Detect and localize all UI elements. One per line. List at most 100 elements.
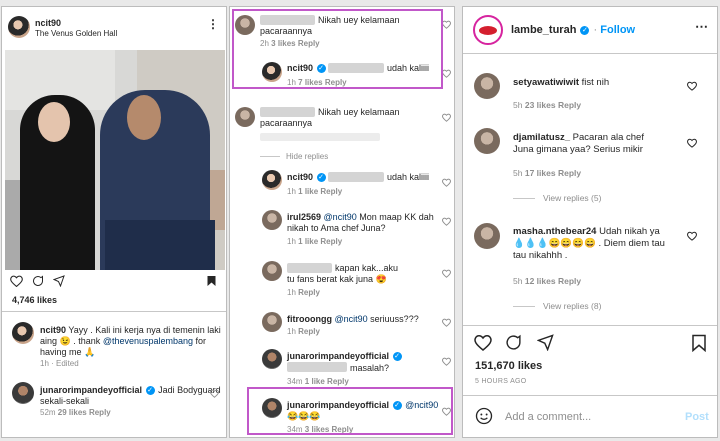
caption-text: having me	[40, 347, 82, 357]
more-options-icon[interactable]: ⋮	[207, 17, 219, 31]
hide-replies-button[interactable]: Hide replies	[286, 152, 328, 161]
reply-username[interactable]: ncit90	[287, 172, 313, 182]
view-replies-button[interactable]: View replies (5)	[543, 193, 601, 203]
reply-likes[interactable]: 1 like	[305, 377, 325, 386]
comment-like-icon[interactable]	[442, 178, 451, 187]
comment-text: fist nih	[581, 77, 610, 88]
verified-icon: ✓	[392, 352, 402, 362]
reply-username[interactable]: junarorimpandeyofficial	[287, 351, 389, 361]
reply-button[interactable]: Reply	[298, 327, 320, 336]
avatar[interactable]	[474, 128, 500, 154]
view-replies-button[interactable]: View replies (8)	[543, 301, 601, 311]
reply-button[interactable]: Reply	[558, 276, 581, 286]
lips-icon	[479, 26, 497, 35]
emoji-icon[interactable]	[475, 407, 493, 425]
post-username[interactable]: lambe_turah	[511, 24, 576, 36]
reply-username[interactable]: irul2569	[287, 212, 321, 222]
reply-button[interactable]: Reply	[558, 168, 581, 178]
like-icon[interactable]	[10, 275, 23, 288]
comment-likes[interactable]: 23 likes	[525, 100, 556, 110]
wink-emoji: 😉	[59, 336, 71, 346]
like-icon[interactable]	[474, 334, 492, 351]
follow-button[interactable]: Follow	[600, 24, 635, 36]
avatar[interactable]	[8, 16, 30, 38]
comment-like-icon[interactable]	[442, 69, 451, 78]
reply-mention[interactable]: @ncit90	[335, 314, 368, 324]
post-comment-button[interactable]: Post	[685, 411, 709, 423]
reply-username[interactable]: fitrooongg	[287, 314, 332, 324]
save-icon[interactable]	[691, 334, 707, 353]
caption-username[interactable]: ncit90	[40, 325, 66, 335]
comment-like-icon[interactable]	[442, 318, 451, 327]
comment-like-icon[interactable]	[442, 269, 451, 278]
reply-likes[interactable]: 1 like	[298, 237, 318, 246]
comment-username[interactable]: setyawatiwiwit	[513, 77, 579, 88]
comment-like-icon[interactable]	[442, 20, 451, 29]
comment-likes[interactable]: 29 likes	[58, 408, 87, 417]
divider	[463, 395, 717, 396]
avatar[interactable]	[12, 322, 34, 344]
reply-button[interactable]: Reply	[320, 237, 342, 246]
caption-mention[interactable]: @thevenuspalembang	[103, 336, 193, 346]
hidden-mention	[287, 362, 347, 372]
avatar[interactable]	[235, 107, 255, 127]
post-time: 5 HOURS AGO	[475, 378, 527, 385]
share-icon[interactable]	[536, 334, 554, 352]
avatar[interactable]	[262, 170, 282, 190]
reply-mention[interactable]: @ncit90	[324, 212, 357, 222]
caption-text: . thank	[73, 336, 101, 346]
avatar[interactable]	[474, 223, 500, 249]
likes-count[interactable]: 151,670 likes	[475, 360, 542, 372]
comment-likes[interactable]: 17 likes	[525, 168, 556, 178]
reply-button[interactable]: Reply	[327, 377, 349, 386]
reply-text: tu fans berat kak juna	[287, 274, 374, 284]
share-icon[interactable]	[52, 275, 65, 288]
comment-username[interactable]: junarorimpandeyofficial	[40, 385, 142, 395]
comment-text: Nikah uey kelamaan	[318, 107, 400, 117]
comment-like-icon[interactable]	[442, 217, 451, 226]
avatar[interactable]	[262, 349, 282, 369]
divider	[260, 156, 280, 157]
comment-username[interactable]: djamilatusz_	[513, 132, 570, 143]
caption-text: Yayy . Kali ini kerja nya di temenin lak…	[68, 325, 221, 335]
save-icon[interactable]	[206, 275, 217, 287]
post-photo	[5, 50, 225, 270]
comment-username[interactable]: masha.nthebear24	[513, 226, 596, 237]
comment-like-icon[interactable]	[442, 113, 451, 122]
comment-like-icon[interactable]	[687, 81, 697, 91]
comment-like-icon[interactable]	[687, 231, 697, 241]
avatar[interactable]	[473, 15, 503, 45]
comment-like-icon[interactable]	[687, 138, 697, 148]
hidden-meta	[260, 133, 380, 141]
pray-emoji: 🙏	[84, 347, 96, 357]
likes-count[interactable]: 4,746 likes	[12, 295, 57, 305]
comment-time: 52m	[40, 408, 56, 417]
post-panel-right: lambe_turah ✓ · Follow ⋯ setyawatiwiwit …	[462, 6, 718, 438]
reply-button[interactable]: Reply	[298, 288, 320, 297]
comment-time: 5h	[513, 168, 523, 178]
avatar[interactable]	[262, 312, 282, 332]
comment-input[interactable]: Add a comment...	[505, 411, 591, 423]
reply-button[interactable]: Reply	[89, 408, 111, 417]
comment-icon[interactable]	[505, 334, 522, 351]
post-location[interactable]: The Venus Golden Hall	[35, 29, 117, 38]
avatar[interactable]	[262, 210, 282, 230]
avatar[interactable]	[474, 73, 500, 99]
avatar[interactable]	[262, 261, 282, 281]
comment-icon[interactable]	[32, 275, 44, 287]
comment-text: sekali-sekali	[40, 396, 90, 406]
avatar[interactable]	[12, 382, 34, 404]
reply-likes[interactable]: 1 like	[298, 187, 318, 196]
comment-text: Udah nikah ya	[599, 226, 660, 237]
comment-like-icon[interactable]	[442, 357, 451, 366]
comment-like-icon[interactable]	[210, 389, 219, 398]
more-options-icon[interactable]: ⋯	[695, 19, 708, 35]
reply-button[interactable]: Reply	[558, 100, 581, 110]
heart-eyes-emoji: 😍	[375, 274, 387, 284]
post-username[interactable]: ncit90	[35, 18, 61, 28]
reply-text: nikah to Ama chef Juna?	[287, 223, 386, 233]
divider	[463, 53, 717, 54]
post-panel-left: ncit90 The Venus Golden Hall ⋮ 4,746 lik…	[1, 6, 227, 438]
comment-likes[interactable]: 12 likes	[525, 276, 556, 286]
reply-button[interactable]: Reply	[320, 187, 342, 196]
